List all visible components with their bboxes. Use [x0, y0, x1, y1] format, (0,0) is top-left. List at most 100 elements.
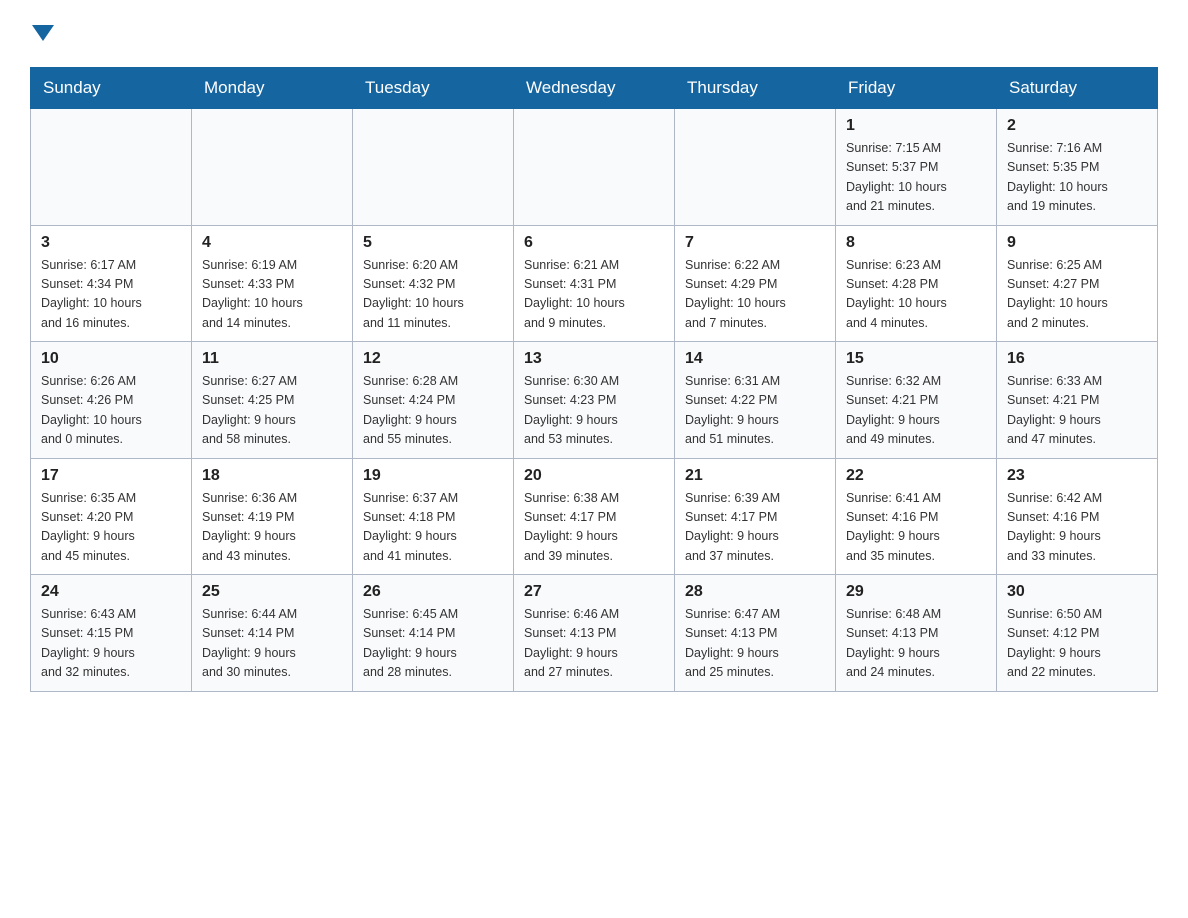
day-info: Sunrise: 6:33 AMSunset: 4:21 PMDaylight:… — [1007, 372, 1147, 450]
calendar-week-row: 17Sunrise: 6:35 AMSunset: 4:20 PMDayligh… — [31, 458, 1158, 575]
calendar-day-cell: 13 Sunrise: 6:30 AMSunset: 4:23 PMDayligh… — [514, 342, 675, 459]
calendar-day-cell: 10Sunrise: 6:26 AMSunset: 4:26 PMDayligh… — [31, 342, 192, 459]
day-number: 27 — [524, 583, 664, 601]
day-number: 23 — [1007, 467, 1147, 485]
page-header — [30, 20, 1158, 52]
calendar-day-cell: 11Sunrise: 6:27 AMSunset: 4:25 PMDayligh… — [192, 342, 353, 459]
calendar-day-cell — [192, 109, 353, 226]
calendar-day-cell: 7 Sunrise: 6:22 AMSunset: 4:29 PMDaylight… — [675, 225, 836, 342]
calendar-day-cell: 21 Sunrise: 6:39 AMSunset: 4:17 PMDayligh… — [675, 458, 836, 575]
day-number: 5 — [363, 234, 503, 252]
day-number: 25 — [202, 583, 342, 601]
day-info: Sunrise: 6:25 AMSunset: 4:27 PMDaylight:… — [1007, 256, 1147, 334]
calendar-table: SundayMondayTuesdayWednesdayThursdayFrid… — [30, 67, 1158, 692]
calendar-day-header: Monday — [192, 68, 353, 109]
day-number: 2 — [1007, 117, 1147, 135]
calendar-day-cell: 23 Sunrise: 6:42 AMSunset: 4:16 PMDayligh… — [997, 458, 1158, 575]
day-number: 17 — [41, 467, 181, 485]
calendar-day-cell: 18 Sunrise: 6:36 AMSunset: 4:19 PMDayligh… — [192, 458, 353, 575]
day-info: Sunrise: 6:28 AMSunset: 4:24 PMDaylight:… — [363, 372, 503, 450]
day-number: 1 — [846, 117, 986, 135]
calendar-day-cell: 15Sunrise: 6:32 AMSunset: 4:21 PMDayligh… — [836, 342, 997, 459]
calendar-day-header: Wednesday — [514, 68, 675, 109]
calendar-week-row: 24 Sunrise: 6:43 AMSunset: 4:15 PMDayligh… — [31, 575, 1158, 692]
calendar-day-cell: 30 Sunrise: 6:50 AMSunset: 4:12 PMDayligh… — [997, 575, 1158, 692]
day-info: Sunrise: 6:50 AMSunset: 4:12 PMDaylight:… — [1007, 605, 1147, 683]
day-info: Sunrise: 6:43 AMSunset: 4:15 PMDaylight:… — [41, 605, 181, 683]
day-info: Sunrise: 6:27 AMSunset: 4:25 PMDaylight:… — [202, 372, 342, 450]
day-info: Sunrise: 6:37 AMSunset: 4:18 PMDaylight:… — [363, 489, 503, 567]
day-number: 6 — [524, 234, 664, 252]
day-info: Sunrise: 6:31 AMSunset: 4:22 PMDaylight:… — [685, 372, 825, 450]
calendar-day-cell: 27 Sunrise: 6:46 AMSunset: 4:13 PMDayligh… — [514, 575, 675, 692]
calendar-day-cell: 28Sunrise: 6:47 AMSunset: 4:13 PMDayligh… — [675, 575, 836, 692]
day-number: 4 — [202, 234, 342, 252]
day-info: Sunrise: 6:44 AMSunset: 4:14 PMDaylight:… — [202, 605, 342, 683]
day-info: Sunrise: 6:39 AMSunset: 4:17 PMDaylight:… — [685, 489, 825, 567]
calendar-day-cell — [31, 109, 192, 226]
calendar-week-row: 1 Sunrise: 7:15 AMSunset: 5:37 PMDaylight… — [31, 109, 1158, 226]
calendar-day-cell: 6 Sunrise: 6:21 AMSunset: 4:31 PMDaylight… — [514, 225, 675, 342]
calendar-header-row: SundayMondayTuesdayWednesdayThursdayFrid… — [31, 68, 1158, 109]
day-info: Sunrise: 7:15 AMSunset: 5:37 PMDaylight:… — [846, 139, 986, 217]
logo-arrow-icon — [32, 25, 54, 47]
calendar-day-header: Sunday — [31, 68, 192, 109]
day-info: Sunrise: 6:42 AMSunset: 4:16 PMDaylight:… — [1007, 489, 1147, 567]
calendar-week-row: 3 Sunrise: 6:17 AMSunset: 4:34 PMDaylight… — [31, 225, 1158, 342]
calendar-day-cell: 12 Sunrise: 6:28 AMSunset: 4:24 PMDayligh… — [353, 342, 514, 459]
day-info: Sunrise: 7:16 AMSunset: 5:35 PMDaylight:… — [1007, 139, 1147, 217]
calendar-day-header: Thursday — [675, 68, 836, 109]
day-number: 12 — [363, 350, 503, 368]
day-number: 30 — [1007, 583, 1147, 601]
day-info: Sunrise: 6:46 AMSunset: 4:13 PMDaylight:… — [524, 605, 664, 683]
calendar-day-cell: 8 Sunrise: 6:23 AMSunset: 4:28 PMDaylight… — [836, 225, 997, 342]
calendar-week-row: 10Sunrise: 6:26 AMSunset: 4:26 PMDayligh… — [31, 342, 1158, 459]
day-info: Sunrise: 6:36 AMSunset: 4:19 PMDaylight:… — [202, 489, 342, 567]
calendar-day-cell: 16 Sunrise: 6:33 AMSunset: 4:21 PMDayligh… — [997, 342, 1158, 459]
day-number: 29 — [846, 583, 986, 601]
day-info: Sunrise: 6:22 AMSunset: 4:29 PMDaylight:… — [685, 256, 825, 334]
day-info: Sunrise: 6:20 AMSunset: 4:32 PMDaylight:… — [363, 256, 503, 334]
calendar-day-cell: 14Sunrise: 6:31 AMSunset: 4:22 PMDayligh… — [675, 342, 836, 459]
day-info: Sunrise: 6:21 AMSunset: 4:31 PMDaylight:… — [524, 256, 664, 334]
day-number: 24 — [41, 583, 181, 601]
calendar-day-cell: 25 Sunrise: 6:44 AMSunset: 4:14 PMDayligh… — [192, 575, 353, 692]
day-info: Sunrise: 6:45 AMSunset: 4:14 PMDaylight:… — [363, 605, 503, 683]
day-info: Sunrise: 6:17 AMSunset: 4:34 PMDaylight:… — [41, 256, 181, 334]
day-info: Sunrise: 6:41 AMSunset: 4:16 PMDaylight:… — [846, 489, 986, 567]
calendar-day-cell — [514, 109, 675, 226]
day-info: Sunrise: 6:30 AMSunset: 4:23 PMDaylight:… — [524, 372, 664, 450]
day-info: Sunrise: 6:38 AMSunset: 4:17 PMDaylight:… — [524, 489, 664, 567]
calendar-day-cell: 1 Sunrise: 7:15 AMSunset: 5:37 PMDaylight… — [836, 109, 997, 226]
day-number: 26 — [363, 583, 503, 601]
day-number: 20 — [524, 467, 664, 485]
calendar-day-cell: 19 Sunrise: 6:37 AMSunset: 4:18 PMDayligh… — [353, 458, 514, 575]
calendar-day-header: Saturday — [997, 68, 1158, 109]
day-info: Sunrise: 6:26 AMSunset: 4:26 PMDaylight:… — [41, 372, 181, 450]
calendar-day-cell: 2 Sunrise: 7:16 AMSunset: 5:35 PMDaylight… — [997, 109, 1158, 226]
calendar-day-cell — [353, 109, 514, 226]
calendar-day-cell: 24 Sunrise: 6:43 AMSunset: 4:15 PMDayligh… — [31, 575, 192, 692]
day-info: Sunrise: 6:19 AMSunset: 4:33 PMDaylight:… — [202, 256, 342, 334]
day-info: Sunrise: 6:23 AMSunset: 4:28 PMDaylight:… — [846, 256, 986, 334]
calendar-day-cell: 26 Sunrise: 6:45 AMSunset: 4:14 PMDayligh… — [353, 575, 514, 692]
day-info: Sunrise: 6:47 AMSunset: 4:13 PMDaylight:… — [685, 605, 825, 683]
day-number: 9 — [1007, 234, 1147, 252]
calendar-day-cell: 29 Sunrise: 6:48 AMSunset: 4:13 PMDayligh… — [836, 575, 997, 692]
day-number: 13 — [524, 350, 664, 368]
day-number: 15 — [846, 350, 986, 368]
day-number: 3 — [41, 234, 181, 252]
calendar-day-header: Friday — [836, 68, 997, 109]
day-number: 16 — [1007, 350, 1147, 368]
day-number: 21 — [685, 467, 825, 485]
day-info: Sunrise: 6:48 AMSunset: 4:13 PMDaylight:… — [846, 605, 986, 683]
calendar-day-header: Tuesday — [353, 68, 514, 109]
calendar-day-cell: 3 Sunrise: 6:17 AMSunset: 4:34 PMDaylight… — [31, 225, 192, 342]
calendar-day-cell: 9 Sunrise: 6:25 AMSunset: 4:27 PMDaylight… — [997, 225, 1158, 342]
day-number: 8 — [846, 234, 986, 252]
day-number: 19 — [363, 467, 503, 485]
day-number: 7 — [685, 234, 825, 252]
day-number: 18 — [202, 467, 342, 485]
calendar-day-cell: 20 Sunrise: 6:38 AMSunset: 4:17 PMDayligh… — [514, 458, 675, 575]
calendar-day-cell — [675, 109, 836, 226]
